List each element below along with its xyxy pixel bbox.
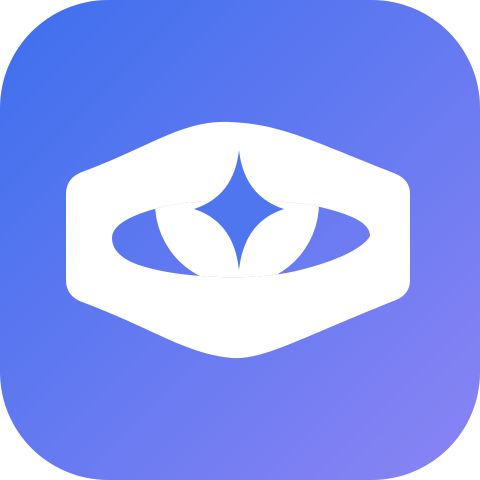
- eye-star-icon: [0, 0, 480, 480]
- app-icon[interactable]: [0, 0, 480, 480]
